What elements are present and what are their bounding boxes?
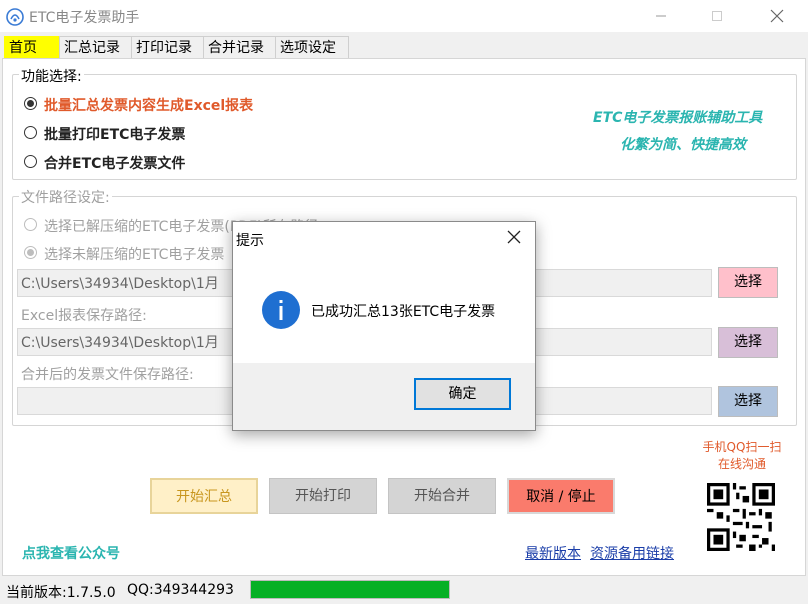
select-merge-path-button[interactable]: 选择	[718, 386, 778, 417]
tab-summary-records[interactable]: 汇总记录	[59, 36, 133, 59]
excel-path-label: Excel报表保存路径:	[21, 308, 147, 324]
close-icon	[507, 230, 521, 244]
tab-home[interactable]: 首页	[4, 36, 61, 59]
info-icon	[262, 291, 300, 329]
version-text: 当前版本:1.7.5.0	[6, 585, 116, 601]
radio-summary-excel-label: 批量汇总发票内容生成Excel报表	[44, 98, 254, 114]
minimize-button[interactable]	[638, 0, 684, 32]
function-group-legend: 功能选择:	[19, 66, 84, 86]
qq-text: QQ:349344293	[127, 582, 234, 598]
message-dialog: 提示 已成功汇总13张ETC电子发票 确定	[232, 221, 536, 431]
tab-merge-records[interactable]: 合并记录	[203, 36, 277, 59]
radio-indicator	[24, 218, 37, 231]
progress-bar	[250, 580, 450, 599]
radio-indicator	[24, 246, 37, 259]
start-merge-button[interactable]: 开始合并	[388, 478, 496, 514]
radio-batch-print-label: 批量打印ETC电子发票	[44, 127, 186, 143]
qr-caption-line-1: 手机QQ扫一扫	[702, 440, 782, 454]
progress-fill	[251, 581, 449, 598]
qr-caption-line-2: 在线沟通	[717, 457, 766, 471]
radio-merge-files[interactable]: 合并ETC电子发票文件	[24, 153, 224, 172]
tab-settings[interactable]: 选项设定	[275, 36, 349, 59]
maximize-icon	[712, 11, 722, 21]
path-group-legend: 文件路径设定:	[19, 187, 112, 207]
title-bar: ETC电子发票助手	[0, 0, 808, 32]
radio-indicator	[24, 97, 37, 110]
cancel-stop-button[interactable]: 取消 / 停止	[507, 478, 615, 514]
latest-version-link[interactable]: 最新版本	[525, 543, 581, 563]
radio-batch-print[interactable]: 批量打印ETC电子发票	[24, 124, 224, 143]
radio-indicator	[24, 155, 37, 168]
qr-code-image	[707, 483, 775, 551]
public-account-link[interactable]: 点我查看公众号	[22, 543, 120, 563]
ok-button[interactable]: 确定	[414, 378, 511, 410]
start-print-button[interactable]: 开始打印	[269, 478, 377, 514]
tab-print-records[interactable]: 打印记录	[131, 36, 205, 59]
dialog-title: 提示	[236, 233, 264, 249]
radio-merge-files-label: 合并ETC电子发票文件	[44, 156, 186, 172]
app-icon	[6, 8, 24, 26]
select-excel-path-button[interactable]: 选择	[718, 327, 778, 358]
merge-path-label: 合并后的发票文件保存路径:	[21, 367, 194, 383]
qr-caption: 手机QQ扫一扫 在线沟通	[701, 439, 783, 473]
start-summary-button[interactable]: 开始汇总	[150, 478, 258, 514]
slogan-line-1: ETC电子发票报账辅助工具	[593, 110, 763, 126]
select-source-path-button[interactable]: 选择	[718, 267, 778, 298]
dialog-message: 已成功汇总13张ETC电子发票	[311, 304, 496, 320]
radio-indicator	[24, 126, 37, 139]
status-bar: 当前版本:1.7.5.0 QQ:349344293	[0, 578, 808, 604]
close-button[interactable]	[754, 0, 800, 32]
radio-summary-excel[interactable]: 批量汇总发票内容生成Excel报表	[24, 95, 284, 114]
backup-links-link[interactable]: 资源备用链接	[590, 543, 674, 563]
close-icon	[770, 9, 784, 23]
slogan-line-2: 化繁为简、快捷高效	[620, 137, 746, 153]
minimize-icon	[656, 15, 666, 17]
radio-compressed-path-label: 选择未解压缩的ETC电子发票	[44, 247, 225, 263]
dialog-close-button[interactable]	[507, 230, 521, 244]
maximize-button[interactable]	[694, 0, 740, 32]
window-title: ETC电子发票助手	[29, 10, 140, 26]
radio-compressed-path[interactable]: 选择未解压缩的ETC电子发票	[24, 244, 244, 263]
dialog-footer: 确定	[233, 363, 535, 430]
